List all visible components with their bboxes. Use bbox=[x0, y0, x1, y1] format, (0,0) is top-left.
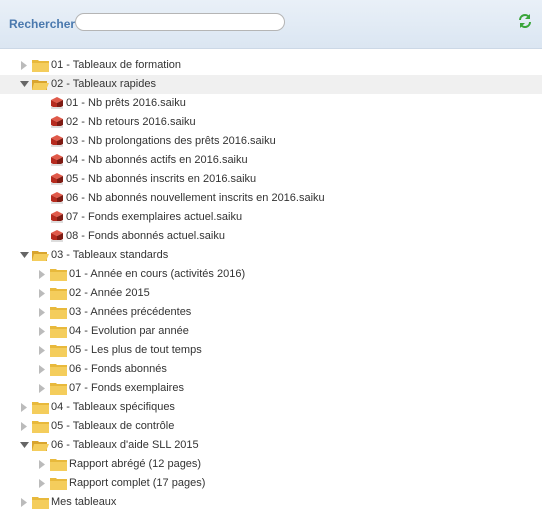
tree-item-label: 06 - Nb abonnés nouvellement inscrits en… bbox=[66, 192, 325, 204]
expand-icon[interactable] bbox=[20, 498, 29, 507]
tree-report[interactable]: 04 - Nb abonnés actifs en 2016.saiku bbox=[0, 151, 542, 170]
tree-folder[interactable]: Rapport abrégé (12 pages) bbox=[0, 455, 542, 474]
folder-icon bbox=[50, 269, 67, 281]
folder-icon bbox=[32, 497, 49, 509]
tree-item-label: 05 - Tableaux de contrôle bbox=[51, 420, 175, 432]
folder-icon bbox=[50, 307, 67, 319]
tree-report[interactable]: 05 - Nb abonnés inscrits en 2016.saiku bbox=[0, 170, 542, 189]
tree-folder[interactable]: 05 - Les plus de tout temps bbox=[0, 341, 542, 360]
saiku-report-icon bbox=[51, 154, 63, 166]
tree-item-label: 04 - Nb abonnés actifs en 2016.saiku bbox=[66, 154, 248, 166]
saiku-report-icon bbox=[51, 116, 63, 128]
folder-icon bbox=[50, 364, 67, 376]
folder-icon bbox=[50, 459, 67, 471]
tree-item-label: 06 - Tableaux d'aide SLL 2015 bbox=[51, 439, 199, 451]
expand-icon[interactable] bbox=[38, 270, 47, 279]
tree-item-label: 05 - Les plus de tout temps bbox=[69, 344, 202, 356]
tree-folder[interactable]: 02 - Année 2015 bbox=[0, 284, 542, 303]
expand-icon[interactable] bbox=[38, 365, 47, 374]
tree-folder[interactable]: 06 - Fonds abonnés bbox=[0, 360, 542, 379]
tree-folder[interactable]: 04 - Evolution par année bbox=[0, 322, 542, 341]
folder-icon bbox=[32, 80, 49, 90]
search-label: Rechercher : bbox=[9, 17, 83, 31]
tree-item-label: 07 - Fonds exemplaires bbox=[69, 382, 184, 394]
saiku-report-icon bbox=[51, 192, 63, 204]
report-tree: 01 - Tableaux de formation 02 - Tableaux … bbox=[0, 56, 542, 512]
tree-item-label: Rapport abrégé (12 pages) bbox=[69, 458, 202, 470]
collapse-icon[interactable] bbox=[20, 251, 29, 260]
saiku-report-icon bbox=[51, 211, 63, 223]
tree-item-label: 02 - Tableaux rapides bbox=[51, 78, 156, 90]
tree-report[interactable]: 06 - Nb abonnés nouvellement inscrits en… bbox=[0, 189, 542, 208]
expand-icon[interactable] bbox=[38, 327, 47, 336]
folder-icon bbox=[32, 402, 49, 414]
expand-icon[interactable] bbox=[38, 460, 47, 469]
expand-icon[interactable] bbox=[38, 346, 47, 355]
tree-folder[interactable]: 06 - Tableaux d'aide SLL 2015 bbox=[0, 436, 542, 455]
expand-icon[interactable] bbox=[20, 422, 29, 431]
tree-item-label: 02 - Année 2015 bbox=[69, 287, 150, 299]
tree-report[interactable]: 08 - Fonds abonnés actuel.saiku bbox=[0, 227, 542, 246]
folder-icon bbox=[50, 478, 67, 490]
tree-item-label: Mes tableaux bbox=[51, 496, 117, 508]
tree-item-label: 01 - Nb prêts 2016.saiku bbox=[66, 97, 186, 109]
expand-icon[interactable] bbox=[20, 61, 29, 70]
folder-icon bbox=[50, 326, 67, 338]
folder-icon bbox=[50, 383, 67, 395]
tree-folder[interactable]: Mes tableaux bbox=[0, 493, 542, 512]
tree-item-label: 07 - Fonds exemplaires actuel.saiku bbox=[66, 211, 243, 223]
expand-icon[interactable] bbox=[20, 403, 29, 412]
expand-icon[interactable] bbox=[38, 308, 47, 317]
search-bar: Rechercher : bbox=[0, 0, 542, 49]
collapse-icon[interactable] bbox=[20, 441, 29, 450]
saiku-report-icon bbox=[51, 230, 63, 242]
tree-item-label: Rapport complet (17 pages) bbox=[69, 477, 206, 489]
tree-item-label: 08 - Fonds abonnés actuel.saiku bbox=[66, 230, 225, 242]
saiku-report-icon bbox=[51, 97, 63, 109]
tree-item-label: 05 - Nb abonnés inscrits en 2016.saiku bbox=[66, 173, 257, 185]
expand-icon[interactable] bbox=[38, 289, 47, 298]
tree-item-label: 03 - Nb prolongations des prêts 2016.sai… bbox=[66, 135, 276, 147]
tree-report[interactable]: 03 - Nb prolongations des prêts 2016.sai… bbox=[0, 132, 542, 151]
tree-folder[interactable]: 03 - Tableaux standards bbox=[0, 246, 542, 265]
folder-icon bbox=[32, 441, 49, 451]
tree-item-label: 04 - Tableaux spécifiques bbox=[51, 401, 175, 413]
tree-report[interactable]: 07 - Fonds exemplaires actuel.saiku bbox=[0, 208, 542, 227]
tree-folder[interactable]: 02 - Tableaux rapides bbox=[0, 75, 542, 94]
folder-icon bbox=[32, 251, 49, 261]
tree-folder[interactable]: 03 - Années précédentes bbox=[0, 303, 542, 322]
tree-item-label: 02 - Nb retours 2016.saiku bbox=[66, 116, 196, 128]
tree-folder[interactable]: 05 - Tableaux de contrôle bbox=[0, 417, 542, 436]
saiku-report-icon bbox=[51, 173, 63, 185]
tree-folder[interactable]: 04 - Tableaux spécifiques bbox=[0, 398, 542, 417]
tree-item-label: 01 - Année en cours (activités 2016) bbox=[69, 268, 246, 280]
tree-folder[interactable]: 01 - Tableaux de formation bbox=[0, 56, 542, 75]
tree-report[interactable]: 02 - Nb retours 2016.saiku bbox=[0, 113, 542, 132]
tree-folder[interactable]: 07 - Fonds exemplaires bbox=[0, 379, 542, 398]
tree-item-label: 03 - Années précédentes bbox=[69, 306, 192, 318]
expand-icon[interactable] bbox=[38, 384, 47, 393]
tree-item-label: 01 - Tableaux de formation bbox=[51, 59, 182, 71]
folder-icon bbox=[50, 345, 67, 357]
folder-icon bbox=[50, 288, 67, 300]
expand-icon[interactable] bbox=[38, 479, 47, 488]
tree-item-label: 04 - Evolution par année bbox=[69, 325, 189, 337]
search-input[interactable] bbox=[75, 13, 285, 31]
saiku-report-icon bbox=[51, 135, 63, 147]
tree-item-label: 06 - Fonds abonnés bbox=[69, 363, 167, 375]
tree-item-label: 03 - Tableaux standards bbox=[51, 249, 169, 261]
collapse-icon[interactable] bbox=[20, 80, 29, 89]
folder-icon bbox=[32, 421, 49, 433]
refresh-icon[interactable] bbox=[517, 13, 533, 29]
tree-report[interactable]: 01 - Nb prêts 2016.saiku bbox=[0, 94, 542, 113]
folder-icon bbox=[32, 60, 49, 72]
tree-folder[interactable]: Rapport complet (17 pages) bbox=[0, 474, 542, 493]
tree-folder[interactable]: 01 - Année en cours (activités 2016) bbox=[0, 265, 542, 284]
